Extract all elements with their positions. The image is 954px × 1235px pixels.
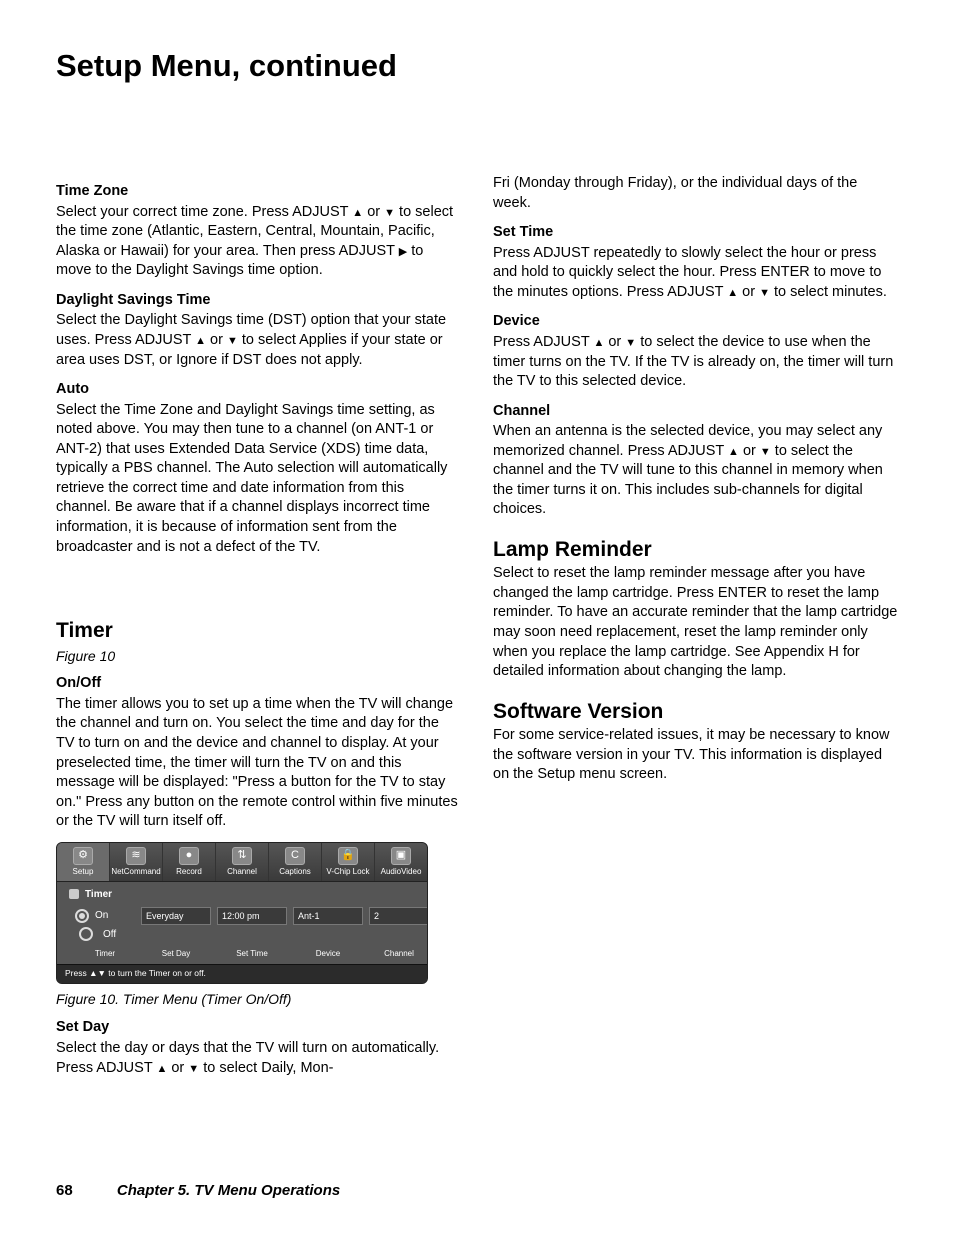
tab-label: NetCommand [111, 867, 160, 878]
text: or [604, 334, 625, 350]
page-title: Setup Menu, continued [56, 48, 898, 84]
dst-body: Select the Daylight Savings time (DST) o… [56, 311, 461, 370]
text: or [739, 443, 760, 459]
time-zone-body: Select your correct time zone. Press ADJ… [56, 203, 461, 281]
device-body: Press ADJUST or to select the device to … [493, 333, 898, 392]
on-label: On [95, 909, 108, 923]
figure-caption: Figure 10. Timer Menu (Timer On/Off) [56, 990, 461, 1009]
time-field: 12:00 pm [217, 907, 287, 925]
record-icon: ● [179, 847, 199, 865]
tab-record: ● Record [163, 843, 216, 881]
device-head: Device [493, 312, 898, 332]
auto-head: Auto [56, 380, 461, 400]
setday-head: Set Day [56, 1018, 461, 1038]
timer-heading: Timer [56, 617, 461, 645]
triangle-up-icon [352, 204, 363, 220]
tab-label: Captions [279, 867, 311, 878]
triangle-down-icon [625, 334, 636, 350]
software-heading: Software Version [493, 698, 898, 726]
chapter-label: Chapter 5. TV Menu Operations [117, 1182, 340, 1199]
tab-label: Setup [73, 867, 94, 878]
captions-icon: C [285, 847, 305, 865]
av-icon: ▣ [391, 847, 411, 865]
text: or [363, 204, 384, 220]
text: or [206, 332, 227, 348]
menu-on-row: On Everyday 12:00 pm Ant-1 2 [69, 907, 415, 925]
radio-off [79, 927, 93, 941]
text: or [738, 284, 759, 300]
tab-vchip: 🔒 V-Chip Lock [322, 843, 375, 881]
menu-icon [69, 889, 79, 899]
tab-setup: ⚙ Setup [57, 843, 110, 881]
col-label: Device [293, 949, 363, 960]
lamp-heading: Lamp Reminder [493, 536, 898, 564]
left-column: Time Zone Select your correct time zone.… [56, 174, 461, 1088]
onoff-body: The timer allows you to set up a time wh… [56, 695, 461, 832]
lock-icon: 🔒 [338, 847, 358, 865]
channel-field: 2 [369, 907, 428, 925]
channel-icon: ⇅ [232, 847, 252, 865]
triangle-down-icon [227, 332, 238, 348]
software-body: For some service-related issues, it may … [493, 726, 898, 785]
menu-title-text: Timer [85, 888, 112, 902]
page-footer: 68 Chapter 5. TV Menu Operations [56, 1182, 340, 1199]
tab-label: AudioVideo [381, 867, 422, 878]
triangle-down-icon [188, 1060, 199, 1076]
setday-cont: Fri (Monday through Friday), or the indi… [493, 174, 898, 213]
triangle-up-icon [593, 334, 604, 350]
page-number: 68 [56, 1182, 73, 1199]
onoff-head: On/Off [56, 674, 461, 694]
radio-on [75, 909, 89, 923]
time-zone-head: Time Zone [56, 182, 461, 202]
menu-body: Timer On Everyday 12:00 pm Ant-1 2 Off T… [57, 882, 427, 964]
menu-title: Timer [69, 888, 415, 902]
setday-body: Select the day or days that the TV will … [56, 1039, 461, 1078]
col-label: Timer [75, 949, 135, 960]
tab-netcommand: ≋ NetCommand [110, 843, 163, 881]
setup-icon: ⚙ [73, 847, 93, 865]
tab-captions: C Captions [269, 843, 322, 881]
off-label: Off [103, 928, 116, 942]
lamp-body: Select to reset the lamp reminder messag… [493, 564, 898, 681]
menu-off-row: Off [69, 927, 415, 941]
settime-head: Set Time [493, 223, 898, 243]
menu-col-labels: Timer Set Day Set Time Device Channel [69, 949, 415, 960]
menu-help: Press ▲▼ to turn the Timer on or off. [57, 964, 427, 982]
triangle-down-icon [384, 204, 395, 220]
col-label: Channel [369, 949, 428, 960]
triangle-down-icon [759, 284, 770, 300]
col-label: Set Time [217, 949, 287, 960]
channel-head: Channel [493, 402, 898, 422]
triangle-up-icon [727, 284, 738, 300]
text: Press ADJUST [493, 334, 593, 350]
content-columns: Time Zone Select your correct time zone.… [56, 174, 898, 1088]
figure-ref: Figure 10 [56, 647, 461, 666]
day-field: Everyday [141, 907, 211, 925]
device-field: Ant-1 [293, 907, 363, 925]
triangle-up-icon [728, 443, 739, 459]
text: to select minutes. [770, 284, 887, 300]
timer-menu-figure: ⚙ Setup ≋ NetCommand ● Record ⇅ Channel C Cap… [56, 842, 428, 984]
tab-label: V-Chip Lock [326, 867, 369, 878]
triangle-right-icon [399, 243, 407, 259]
channel-body: When an antenna is the selected device, … [493, 422, 898, 520]
menu-tabs: ⚙ Setup ≋ NetCommand ● Record ⇅ Channel C Cap… [57, 843, 427, 882]
netcommand-icon: ≋ [126, 847, 146, 865]
tab-channel: ⇅ Channel [216, 843, 269, 881]
auto-body: Select the Time Zone and Daylight Saving… [56, 401, 461, 558]
dst-head: Daylight Savings Time [56, 291, 461, 311]
triangle-down-icon [760, 443, 771, 459]
text: Select your correct time zone. Press ADJ… [56, 204, 352, 220]
triangle-up-icon [156, 1060, 167, 1076]
right-column: Fri (Monday through Friday), or the indi… [493, 174, 898, 1088]
col-label: Set Day [141, 949, 211, 960]
tab-label: Record [176, 867, 202, 878]
tab-label: Channel [227, 867, 257, 878]
triangle-up-icon [195, 332, 206, 348]
text: or [167, 1060, 188, 1076]
text: to select Daily, Mon- [199, 1060, 333, 1076]
settime-body: Press ADJUST repeatedly to slowly select… [493, 244, 898, 303]
tab-audiovideo: ▣ AudioVideo [375, 843, 427, 881]
